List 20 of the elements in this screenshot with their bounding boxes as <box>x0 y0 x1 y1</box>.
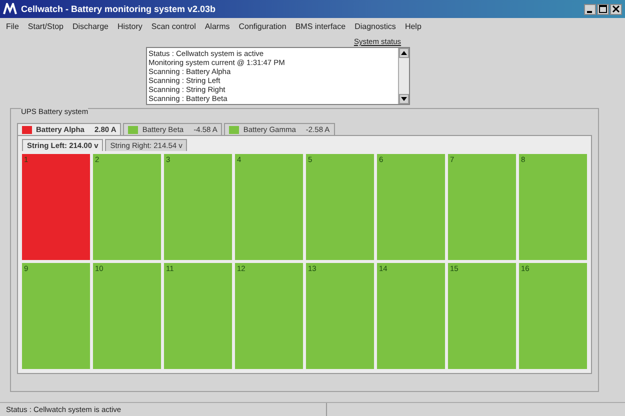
close-icon <box>612 5 620 13</box>
menu-item[interactable]: Alarms <box>204 22 230 30</box>
menu-item[interactable]: Help <box>404 22 422 30</box>
menu-item[interactable]: File <box>6 22 19 30</box>
close-button[interactable] <box>610 4 622 14</box>
scroll-down-icon <box>400 97 406 101</box>
menu-item[interactable]: Configuration <box>238 22 286 30</box>
menu-item[interactable]: History <box>117 22 142 30</box>
window-title: Cellwatch - Battery monitoring system v2.03b <box>21 4 216 14</box>
maximize-icon <box>599 5 607 13</box>
scroll-up-icon <box>400 51 406 55</box>
app-logo-icon <box>3 3 17 15</box>
menu-item[interactable]: Discharge <box>72 22 108 30</box>
minimize-button[interactable] <box>584 4 596 14</box>
menu-item[interactable]: Start/Stop <box>28 22 64 30</box>
scrollbar[interactable] <box>398 48 408 104</box>
menu-item[interactable]: Diagnostics <box>354 22 396 30</box>
maximize-button[interactable] <box>597 4 609 14</box>
menu-item[interactable]: Scan control <box>151 22 196 30</box>
menu-item[interactable]: BMS interface <box>295 22 346 30</box>
